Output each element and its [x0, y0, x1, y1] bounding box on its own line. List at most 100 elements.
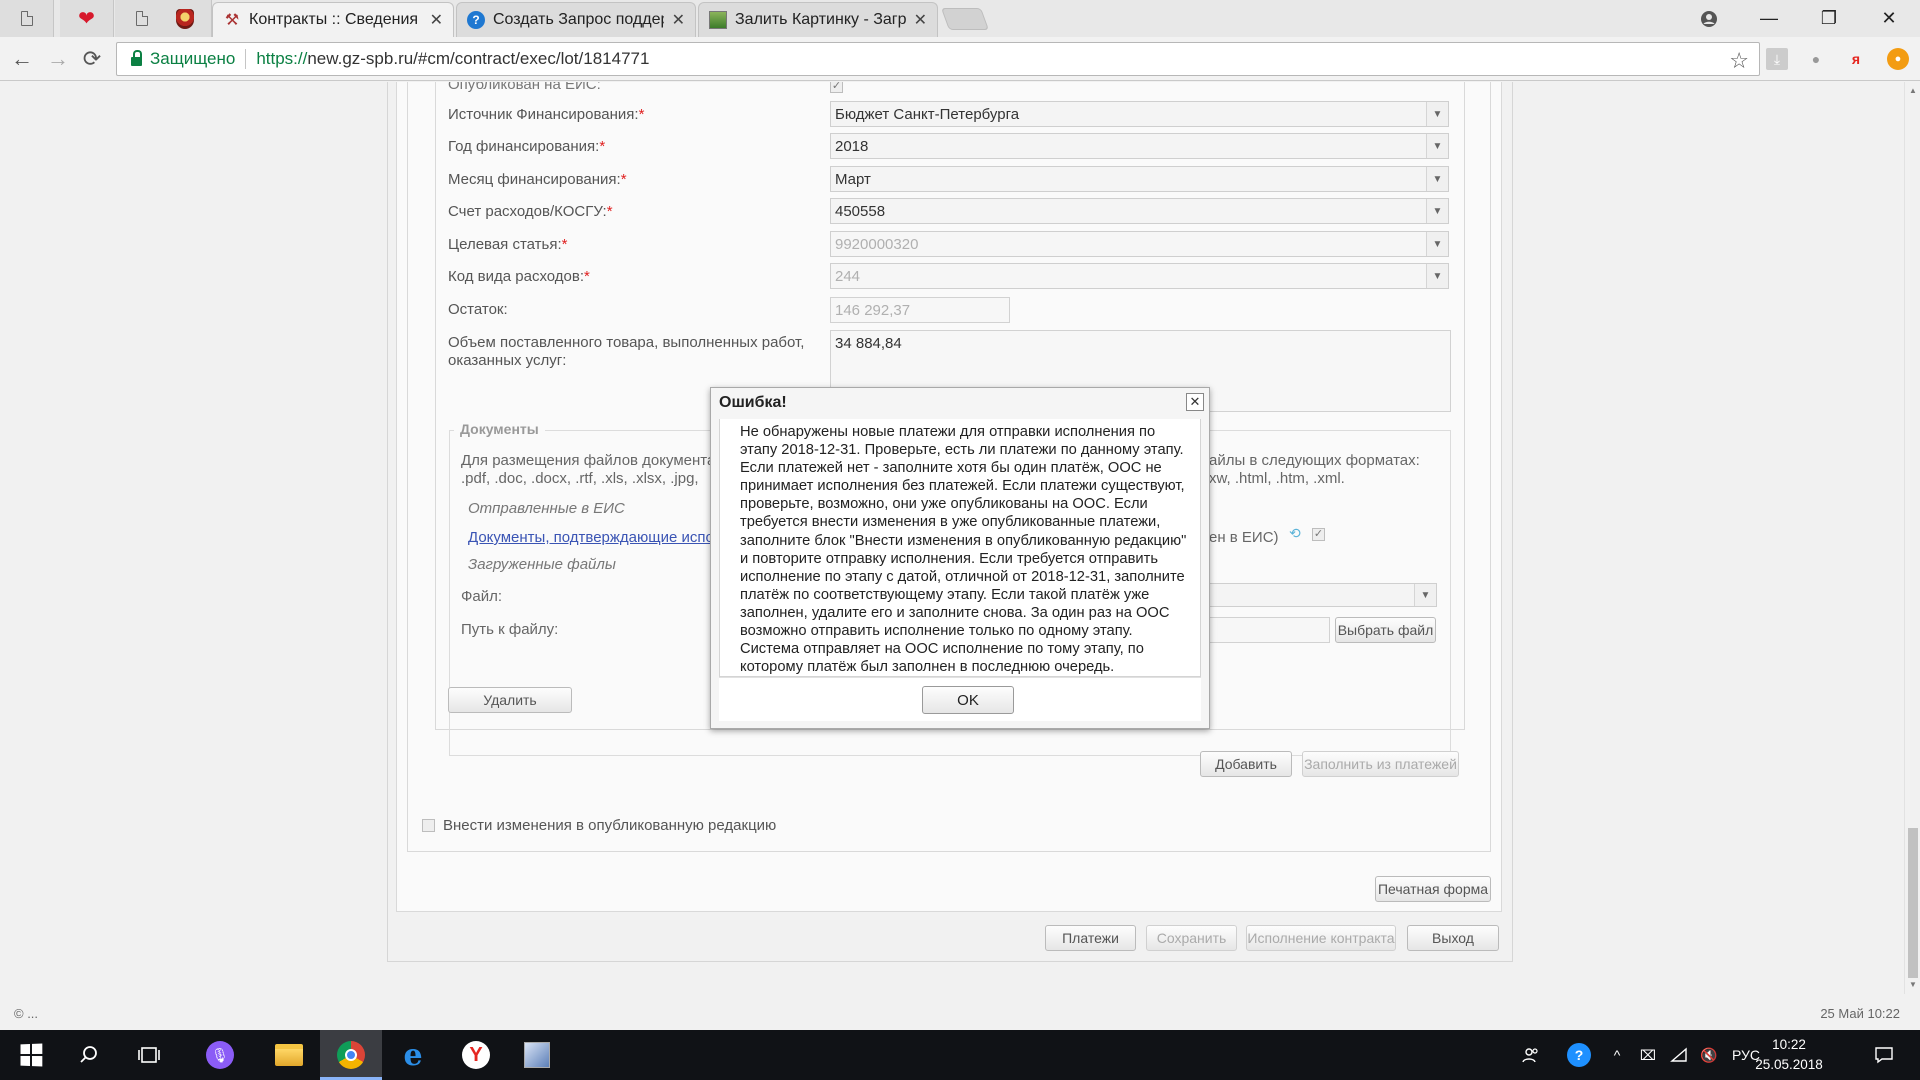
scroll-up-icon[interactable]: ▲: [1909, 86, 1917, 95]
start-button[interactable]: [0, 1030, 62, 1080]
print-form-button[interactable]: Печатная форма: [1375, 876, 1491, 902]
chevron-up-icon[interactable]: ^: [1606, 1030, 1628, 1080]
funding-month-select[interactable]: Март ▼: [830, 166, 1449, 192]
back-icon[interactable]: ←: [6, 43, 38, 75]
file-label: Файл:: [461, 588, 503, 605]
chevron-down-icon[interactable]: ▼: [1426, 199, 1448, 223]
tab-support-request[interactable]: ? Создать Запрос поддерж ✕: [456, 2, 696, 37]
restore-icon[interactable]: ❐: [1800, 0, 1858, 37]
user-extension-icon[interactable]: ●: [1805, 48, 1827, 70]
task-view-icon[interactable]: [118, 1030, 180, 1080]
close-tab-icon[interactable]: ✕: [672, 10, 685, 30]
funding-year-select[interactable]: 2018 ▼: [830, 133, 1449, 159]
chevron-down-icon: ▼: [1426, 232, 1448, 256]
file-path-input[interactable]: [1203, 617, 1330, 643]
confirming-documents-link[interactable]: Документы, подтверждающие испо: [468, 529, 714, 546]
refresh-icon[interactable]: ⟲: [1289, 525, 1307, 541]
bookmark-star-icon[interactable]: ☆: [1729, 48, 1749, 74]
browser-toolbar: ← → ⟳ Защищено https://new.gz-spb.ru/#cm…: [0, 37, 1920, 81]
select-value: Бюджет Санкт-Петербурга: [835, 106, 1020, 123]
reload-icon[interactable]: ⟳: [76, 43, 108, 75]
system-clock[interactable]: 10:22 25.05.2018: [1744, 1035, 1834, 1075]
required-mark: *: [638, 106, 645, 123]
exit-button[interactable]: Выход: [1407, 925, 1499, 951]
tools-icon: ⚒: [224, 12, 240, 29]
expense-type-code-select: 244 ▼: [830, 263, 1449, 289]
upload-hint-left-1: Для размещения файлов документа: [461, 452, 716, 469]
screenshot-tool-icon[interactable]: [506, 1030, 568, 1080]
label-text: Код вида расходов:: [448, 268, 585, 285]
forward-icon[interactable]: →: [42, 43, 74, 75]
delete-button[interactable]: Удалить: [448, 687, 572, 713]
page-scrollbar[interactable]: ▲ ▼: [1904, 82, 1920, 994]
chevron-down-icon[interactable]: ▼: [1426, 134, 1448, 158]
network-disconnected-icon[interactable]: ⌧: [1634, 1030, 1662, 1080]
label-line: Объем поставленного товара, выполненных …: [448, 334, 805, 351]
footer-datetime: 25 Май 10:22: [1820, 1006, 1900, 1021]
file-type-select[interactable]: ▼: [1203, 583, 1437, 607]
select-value: 450558: [835, 203, 886, 220]
heart-icon: ❤: [78, 7, 95, 30]
internet-explorer-icon[interactable]: e: [382, 1030, 444, 1080]
pinned-tab-favorite[interactable]: ❤: [60, 0, 114, 37]
required-mark: *: [606, 203, 613, 220]
remainder-field: 146 292,37: [830, 297, 1010, 323]
edit-published-checkbox[interactable]: [422, 819, 435, 832]
add-button[interactable]: Добавить: [1200, 751, 1292, 777]
people-icon[interactable]: [1516, 1030, 1546, 1080]
save-button[interactable]: Сохранить: [1146, 925, 1237, 951]
required-mark: *: [584, 268, 590, 285]
scroll-thumb[interactable]: [1908, 828, 1918, 978]
pinned-tab-blank-1[interactable]: [0, 0, 54, 37]
clock-date: 25.05.2018: [1755, 1057, 1823, 1072]
dialog-title: Ошибка!: [719, 394, 787, 411]
funding-source-select[interactable]: Бюджет Санкт-Петербурга ▼: [830, 101, 1449, 127]
remainder-label: Остаток:: [448, 301, 508, 318]
chevron-down-icon[interactable]: ▼: [1426, 167, 1448, 191]
address-bar[interactable]: Защищено https://new.gz-spb.ru/#cm/contr…: [116, 42, 1760, 76]
expense-account-select[interactable]: 450558 ▼: [830, 198, 1449, 224]
file-explorer-icon[interactable]: [258, 1030, 320, 1080]
pinned-tab-emblem[interactable]: [158, 0, 212, 37]
search-icon[interactable]: [58, 1030, 120, 1080]
close-window-icon[interactable]: ✕: [1860, 0, 1918, 37]
volume-muted-icon[interactable]: 🔇: [1696, 1030, 1722, 1080]
tab-contracts[interactable]: ⚒ Контракты :: Сведения о ✕: [212, 2, 454, 37]
chevron-down-icon[interactable]: ▼: [1414, 584, 1436, 606]
image-icon: [709, 11, 727, 29]
file-path-label: Путь к файлу:: [461, 621, 559, 638]
confirm-checkbox[interactable]: ✓: [1312, 528, 1325, 541]
ok-button[interactable]: OK: [922, 686, 1014, 714]
funding-source-label: Источник Финансирования:*: [448, 106, 644, 123]
payments-button[interactable]: Платежи: [1045, 925, 1136, 951]
funding-month-label: Месяц финансирования:*: [448, 171, 627, 188]
help-icon: ?: [467, 11, 485, 29]
contract-execution-button[interactable]: Исполнение контракта: [1246, 925, 1396, 951]
message-line: заполнен, удалите его и заполните снова.…: [740, 604, 1170, 621]
clock-time: 10:22: [1772, 1037, 1806, 1052]
profile-icon[interactable]: [1680, 0, 1738, 37]
action-center-icon[interactable]: [1864, 1030, 1904, 1080]
close-tab-icon[interactable]: ✕: [914, 10, 927, 30]
minimize-icon[interactable]: —: [1740, 0, 1798, 37]
yandex-browser-icon[interactable]: Y: [445, 1030, 507, 1080]
message-line: платёж по соответствующему этапу. Если т…: [740, 586, 1150, 603]
fill-from-payments-button[interactable]: Заполнить из платежей: [1302, 751, 1459, 777]
choose-file-button[interactable]: Выбрать файл: [1335, 617, 1436, 643]
close-tab-icon[interactable]: ✕: [430, 10, 443, 30]
label-text: Целевая статья:: [448, 236, 562, 253]
new-tab-button[interactable]: [940, 8, 990, 30]
close-icon[interactable]: ✕: [1186, 393, 1204, 411]
pdf-extension-icon[interactable]: ⤓: [1766, 48, 1788, 70]
tab-upload-image[interactable]: Залить Картинку - Загру ✕: [698, 2, 938, 37]
chevron-down-icon[interactable]: ▼: [1426, 102, 1448, 126]
wifi-icon[interactable]: [1666, 1030, 1692, 1080]
target-article-select: 9920000320 ▼: [830, 231, 1449, 257]
scroll-down-icon[interactable]: ▼: [1909, 980, 1917, 989]
yandex-extension-icon[interactable]: я: [1845, 48, 1867, 70]
notification-extension-icon[interactable]: ●: [1887, 48, 1909, 70]
voice-assistant-icon[interactable]: 🎙: [189, 1030, 251, 1080]
upload-hint-left-2: .pdf, .doc, .docx, .rtf, .xls, .xlsx, .j…: [461, 470, 699, 487]
help-tray-icon[interactable]: ?: [1564, 1030, 1594, 1080]
chrome-taskbar-icon[interactable]: [320, 1030, 382, 1080]
